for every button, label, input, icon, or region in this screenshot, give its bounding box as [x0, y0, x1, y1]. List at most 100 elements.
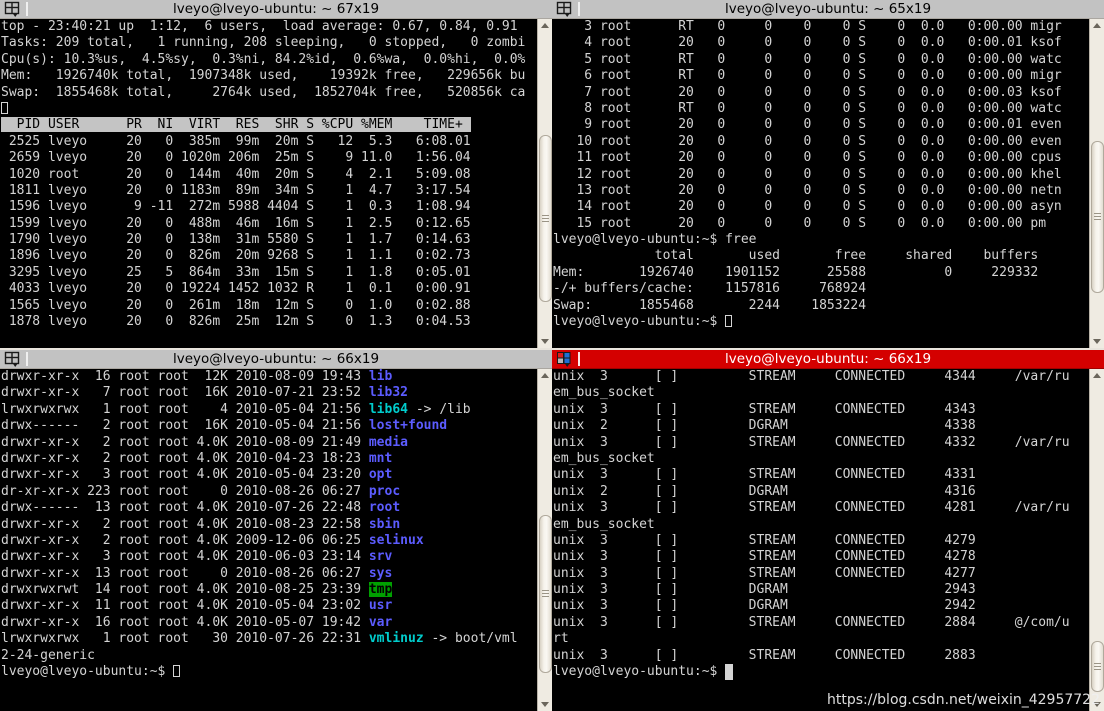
- scrollbar-bottom-left[interactable]: [537, 369, 552, 711]
- netstat-row: em_bus_socket: [553, 516, 655, 532]
- process-row: 1599 lveyo 20 0 488m 46m 16m S 1 2.5 0:1…: [1, 215, 471, 231]
- scrollbar-thumb[interactable]: [538, 135, 552, 302]
- netstat-row: unix 3 [ ] DGRAM 2943: [553, 582, 976, 598]
- scrollbar-track[interactable]: [1089, 32, 1104, 335]
- scroll-up-arrow-icon[interactable]: [538, 19, 553, 32]
- directory-name: var: [368, 614, 393, 630]
- terminal-window-icon-active[interactable]: [556, 351, 574, 368]
- terminal-output-netstat[interactable]: unix 3 [ ] STREAM CONNECTED 4344 /var/ru…: [552, 369, 1089, 711]
- ls-row: drwxr-xr-x 2 root root 4.0K 2010-08-23 2…: [1, 516, 401, 532]
- process-row: 4033 lveyo 20 0 19224 1452 1032 R 1 0.1 …: [1, 281, 471, 297]
- terminal-output-top[interactable]: top - 23:40:21 up 1:12, 6 users, load av…: [0, 19, 537, 348]
- netstat-row: unix 3 [ ] STREAM CONNECTED 4277: [553, 565, 976, 581]
- scrollbar-thumb[interactable]: [1090, 641, 1104, 692]
- scroll-up-arrow-icon[interactable]: [538, 369, 553, 382]
- ls-row: dr-xr-xr-x 223 root root 0 2010-08-26 06…: [1, 483, 401, 499]
- directory-name: lost+found: [368, 418, 448, 434]
- process-row: 5 root RT 0 0 0 0 S 0 0.0 0:00.00 watc: [553, 51, 1062, 67]
- text-cursor: [725, 664, 734, 681]
- netstat-row: unix 3 [ ] STREAM CONNECTED 4281 /var/ru: [553, 500, 1070, 516]
- text-cursor: [1, 101, 8, 114]
- netstat-row: em_bus_socket: [553, 385, 655, 401]
- directory-name: selinux: [368, 532, 424, 548]
- process-row: 2525 lveyo 20 0 385m 99m 20m S 12 5.3 6:…: [1, 133, 471, 149]
- shell-prompt-line: lveyo@lveyo-ubuntu:~$: [553, 314, 1089, 330]
- scrollbar-top-right[interactable]: [1089, 19, 1104, 348]
- scrollbar-track[interactable]: [537, 32, 552, 335]
- terminal-line: Mem: 1926740k total, 1907348k used, 1939…: [1, 68, 526, 84]
- scrollbar-track[interactable]: [537, 382, 552, 698]
- netstat-row: unix 3 [ ] STREAM CONNECTED 4278: [553, 549, 976, 565]
- free-row: -/+ buffers/cache: 1157816 768924: [553, 281, 867, 297]
- scrollbar-thumb[interactable]: [1090, 141, 1104, 293]
- netstat-row: unix 2 [ ] DGRAM 4316: [553, 483, 976, 499]
- ls-row: drwxr-xr-x 16 root root 12K 2010-08-09 1…: [1, 369, 393, 384]
- netstat-row: unix 3 [ ] STREAM CONNECTED 4332 /var/ru: [553, 434, 1070, 450]
- directory-name: media: [368, 434, 408, 450]
- process-row: 1878 lveyo 20 0 826m 25m 12m S 0 1.3 0:0…: [1, 314, 471, 330]
- titlebar-top-right[interactable]: lveyo@lveyo-ubuntu: ~ 65x19: [552, 0, 1104, 19]
- terminal-window-icon[interactable]: [4, 351, 22, 368]
- terminal-body-bottom-right: unix 3 [ ] STREAM CONNECTED 4344 /var/ru…: [552, 369, 1104, 711]
- ls-row: drwx------ 2 root root 16K 2010-05-04 21…: [1, 418, 448, 434]
- shell-prompt-line: lveyo@lveyo-ubuntu:~$ free: [553, 232, 757, 248]
- netstat-row: unix 3 [ ] STREAM CONNECTED 4343: [553, 401, 976, 417]
- terminal-window-icon[interactable]: [4, 1, 22, 18]
- process-row: 1896 lveyo 20 0 826m 20m 9268 S 1 1.1 0:…: [1, 248, 471, 264]
- terminal-window-top-right[interactable]: lveyo@lveyo-ubuntu: ~ 65x19 3 root RT 0 …: [552, 0, 1104, 348]
- terminal-cursor-line: [1, 101, 537, 117]
- ls-row: drwx------ 13 root root 4.0K 2010-07-26 …: [1, 500, 401, 516]
- scroll-up-arrow-icon[interactable]: [1090, 369, 1104, 382]
- process-row: 9 root 20 0 0 0 0 S 0 0.0 0:00.01 even: [553, 117, 1062, 133]
- process-row: 13 root 20 0 0 0 0 S 0 0.0 0:00.00 netn: [553, 182, 1062, 198]
- scrollbar-grip-icon: [541, 214, 549, 222]
- titlebar-divider: [578, 352, 580, 366]
- directory-name: mnt: [368, 450, 393, 466]
- titlebar-title-bottom-left: lveyo@lveyo-ubuntu: ~ 66x19: [172, 350, 380, 367]
- text-cursor: [173, 665, 181, 678]
- terminal-window-top-left[interactable]: lveyo@lveyo-ubuntu: ~ 67x19 top - 23:40:…: [0, 0, 552, 348]
- scroll-down-arrow-icon[interactable]: [538, 698, 553, 711]
- terminal-window-bottom-left[interactable]: lveyo@lveyo-ubuntu: ~ 66x19 drwxr-xr-x 1…: [0, 350, 552, 711]
- scroll-down-arrow-icon[interactable]: [538, 335, 553, 348]
- scrollbar-bottom-right[interactable]: [1089, 369, 1104, 711]
- process-row: 15 root 20 0 0 0 0 S 0 0.0 0:00.00 pm: [553, 215, 1047, 231]
- directory-name: srv: [368, 549, 393, 565]
- terminal-window-icon[interactable]: [556, 1, 574, 18]
- ls-row: drwxr-xr-x 7 root root 16K 2010-07-21 23…: [1, 385, 408, 401]
- scroll-down-arrow-icon[interactable]: [1090, 698, 1104, 711]
- scroll-down-arrow-icon[interactable]: [1090, 335, 1104, 348]
- terminal-body-top-right: 3 root RT 0 0 0 0 S 0 0.0 0:00.00 migr 4…: [552, 19, 1104, 348]
- scrollbar-top-left[interactable]: [537, 19, 552, 348]
- ls-row: drwxrwxrwt 14 root root 4.0K 2010-08-25 …: [1, 582, 393, 598]
- ls-wrapped-tail: 2-24-generic: [1, 647, 95, 663]
- titlebar-title-bottom-right: lveyo@lveyo-ubuntu: ~ 66x19: [724, 350, 932, 367]
- process-row: 14 root 20 0 0 0 0 S 0 0.0 0:00.00 asyn: [553, 199, 1062, 215]
- terminal-window-bottom-right[interactable]: lveyo@lveyo-ubuntu: ~ 66x19 unix 3 [ ] S…: [552, 350, 1104, 711]
- scrollbar-thumb[interactable]: [538, 514, 552, 673]
- desktop: lveyo@lveyo-ubuntu: ~ 67x19 top - 23:40:…: [0, 0, 1104, 711]
- ls-row: drwxr-xr-x 13 root root 0 2010-08-26 06:…: [1, 565, 393, 581]
- titlebar-top-left[interactable]: lveyo@lveyo-ubuntu: ~ 67x19: [0, 0, 552, 19]
- terminal-line: top - 23:40:21 up 1:12, 6 users, load av…: [1, 19, 518, 34]
- terminal-output-free[interactable]: 3 root RT 0 0 0 0 S 0 0.0 0:00.00 migr 4…: [552, 19, 1089, 348]
- titlebar-bottom-left[interactable]: lveyo@lveyo-ubuntu: ~ 66x19: [0, 350, 552, 369]
- shell-prompt-line: lveyo@lveyo-ubuntu:~$: [1, 664, 537, 680]
- ls-row: drwxr-xr-x 16 root root 4.0K 2010-05-07 …: [1, 614, 393, 630]
- process-row: 3 root RT 0 0 0 0 S 0 0.0 0:00.00 migr: [553, 19, 1062, 34]
- process-row: 1565 lveyo 20 0 261m 18m 12m S 0 1.0 0:0…: [1, 297, 471, 313]
- terminal-output-ls[interactable]: drwxr-xr-x 16 root root 12K 2010-08-09 1…: [0, 369, 537, 711]
- scroll-up-arrow-icon[interactable]: [1090, 19, 1104, 32]
- scrollbar-track[interactable]: [1089, 382, 1104, 698]
- process-row: 8 root RT 0 0 0 0 S 0 0.0 0:00.00 watc: [553, 100, 1062, 116]
- netstat-row: unix 3 [ ] STREAM CONNECTED 2884 @/com/u: [553, 614, 1070, 630]
- ls-row: lrwxrwxrwx 1 root root 4 2010-05-04 21:5…: [1, 401, 471, 417]
- scrollbar-grip-icon: [541, 590, 549, 598]
- process-row: 4 root 20 0 0 0 0 S 0 0.0 0:00.01 ksof: [553, 35, 1062, 51]
- process-row: 12 root 20 0 0 0 0 S 0 0.0 0:00.00 khel: [553, 166, 1062, 182]
- terminal-body-top-left: top - 23:40:21 up 1:12, 6 users, load av…: [0, 19, 552, 348]
- symlink-target: /lib: [439, 401, 471, 417]
- symlink-name: lib64: [368, 401, 408, 417]
- titlebar-bottom-right[interactable]: lveyo@lveyo-ubuntu: ~ 66x19: [552, 350, 1104, 369]
- terminal-line: Tasks: 209 total, 1 running, 208 sleepin…: [1, 35, 526, 51]
